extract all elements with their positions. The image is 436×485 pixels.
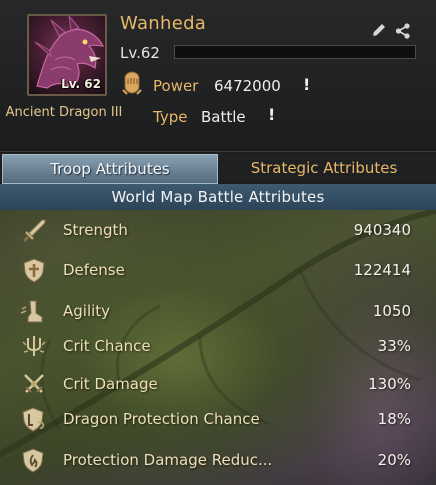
attribute-label: Defense	[63, 261, 125, 279]
attribute-label: Crit Damage	[63, 375, 158, 393]
attribute-row-protection-damage-reduction: Protection Damage Reduc... 20%	[0, 442, 436, 478]
portrait-level: Lv. 62	[61, 77, 101, 91]
tab-strategic-attributes[interactable]: Strategic Attributes	[218, 153, 430, 183]
share-icon[interactable]	[392, 20, 414, 42]
sword-icon	[20, 216, 48, 244]
level-progress-bar	[174, 45, 416, 59]
power-info-icon[interactable]: !	[303, 75, 310, 94]
attribute-value: 130%	[368, 375, 411, 393]
attribute-row-crit-damage: Crit Damage 130%	[0, 366, 436, 402]
type-label: Type	[153, 108, 188, 126]
attribute-label: Crit Chance	[63, 337, 151, 355]
attribute-row-crit-chance: Crit Chance 33%	[0, 328, 436, 364]
type-value: Battle	[201, 108, 246, 126]
attribute-row-dragon-protection-chance: Dragon Protection Chance 18%	[0, 401, 436, 437]
attribute-row-agility: Agility 1050	[0, 293, 436, 329]
attribute-label: Agility	[63, 302, 111, 320]
attribute-value: 1050	[372, 302, 411, 320]
boot-icon	[20, 297, 48, 325]
shield-cross-icon	[20, 256, 48, 284]
section-title: World Map Battle Attributes	[0, 184, 436, 210]
power-fist-icon	[121, 70, 143, 98]
power-value: 6472000	[214, 77, 281, 95]
attribute-label: Protection Damage Reduc...	[63, 451, 273, 469]
edit-icon[interactable]	[367, 20, 389, 42]
shield-fire-icon	[20, 446, 48, 474]
attribute-row-strength: Strength 940340	[0, 212, 436, 248]
commander-name: Wanheda	[120, 13, 207, 34]
attribute-row-defense: Defense 122414	[0, 252, 436, 288]
tab-troop-attributes[interactable]: Troop Attributes	[2, 154, 218, 184]
attribute-value: 122414	[353, 261, 411, 279]
commander-level: Lv.62	[120, 44, 160, 62]
attribute-value: 20%	[377, 451, 411, 469]
crit-trident-icon	[20, 332, 48, 360]
attribute-value: 18%	[377, 410, 411, 428]
commander-header: Lv. 62 Ancient Dragon III Wanheda Lv.62 …	[0, 0, 436, 152]
attribute-label: Strength	[63, 221, 128, 239]
type-info-icon[interactable]: !	[268, 105, 275, 124]
crossed-swords-icon	[20, 370, 48, 398]
dragon-portrait[interactable]: Lv. 62	[27, 14, 107, 96]
attribute-tabs: Troop Attributes Strategic Attributes	[0, 153, 436, 184]
dragon-name: Ancient Dragon III	[5, 105, 123, 120]
dragon-shield-icon	[20, 405, 48, 433]
attribute-label: Dragon Protection Chance	[63, 410, 260, 428]
attribute-value: 940340	[353, 221, 411, 239]
attribute-value: 33%	[377, 337, 411, 355]
attribute-list[interactable]: Strength 940340 Defense 122414 Agility 1…	[0, 210, 436, 485]
power-label: Power	[153, 77, 199, 95]
